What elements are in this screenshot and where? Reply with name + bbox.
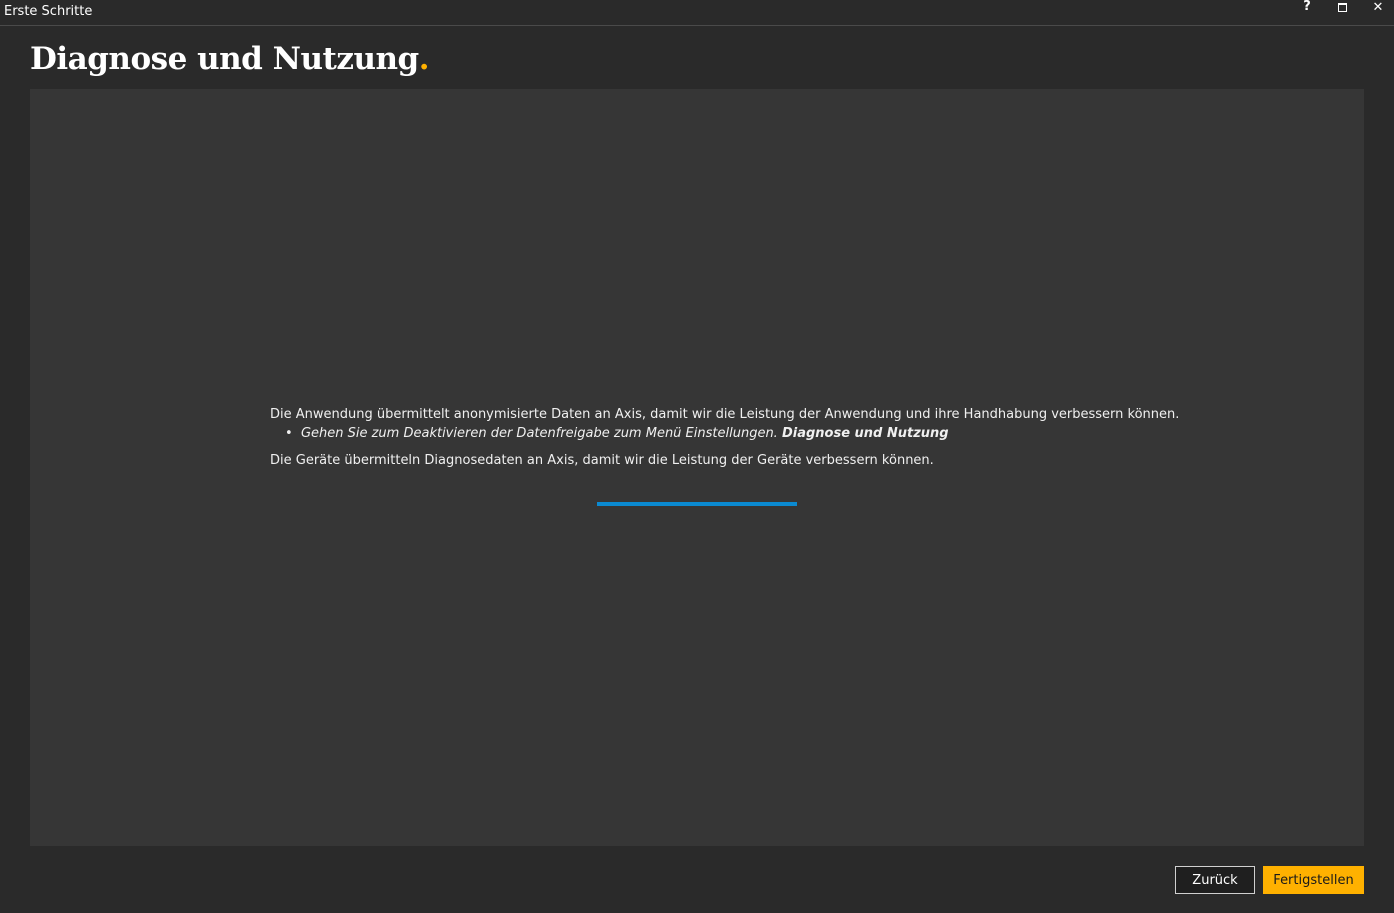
- maximize-icon: [1337, 2, 1347, 12]
- page-title-text: Diagnose und Nutzung: [30, 41, 419, 77]
- page-title-accent-dot: .: [418, 41, 430, 77]
- page-title: Diagnose und Nutzung.: [30, 41, 430, 77]
- bullet-bold-text: Diagnose und Nutzung: [781, 426, 949, 441]
- title-bar: Erste Schritte ? ✕: [0, 0, 1394, 26]
- finish-button[interactable]: Fertigstellen: [1263, 866, 1364, 894]
- close-icon: ✕: [1372, 0, 1384, 15]
- maximize-button[interactable]: [1327, 0, 1357, 14]
- info-text-app: Die Anwendung übermittelt anonymisierte …: [270, 407, 1180, 422]
- info-text-block: Die Anwendung übermittelt anonymisierte …: [270, 406, 1270, 470]
- getting-started-window: Erste Schritte ? ✕ Diagnose und Nutzung.…: [0, 0, 1394, 913]
- progress-indicator: [597, 502, 797, 506]
- close-button[interactable]: ✕: [1363, 0, 1393, 15]
- bullet-text: Gehen Sie zum Deaktivieren der Datenfrei…: [300, 426, 778, 441]
- info-text-devices: Die Geräte übermitteln Diagnosedaten an …: [270, 453, 934, 468]
- content-panel: Die Anwendung übermittelt anonymisierte …: [30, 89, 1364, 846]
- back-button[interactable]: Zurück: [1175, 866, 1255, 894]
- window-title: Erste Schritte: [4, 4, 93, 19]
- bullet-symbol: •: [285, 426, 293, 441]
- help-button[interactable]: ?: [1292, 0, 1322, 14]
- info-bullet: • Gehen Sie zum Deaktivieren der Datenfr…: [285, 425, 1270, 443]
- help-icon: ?: [1303, 0, 1311, 14]
